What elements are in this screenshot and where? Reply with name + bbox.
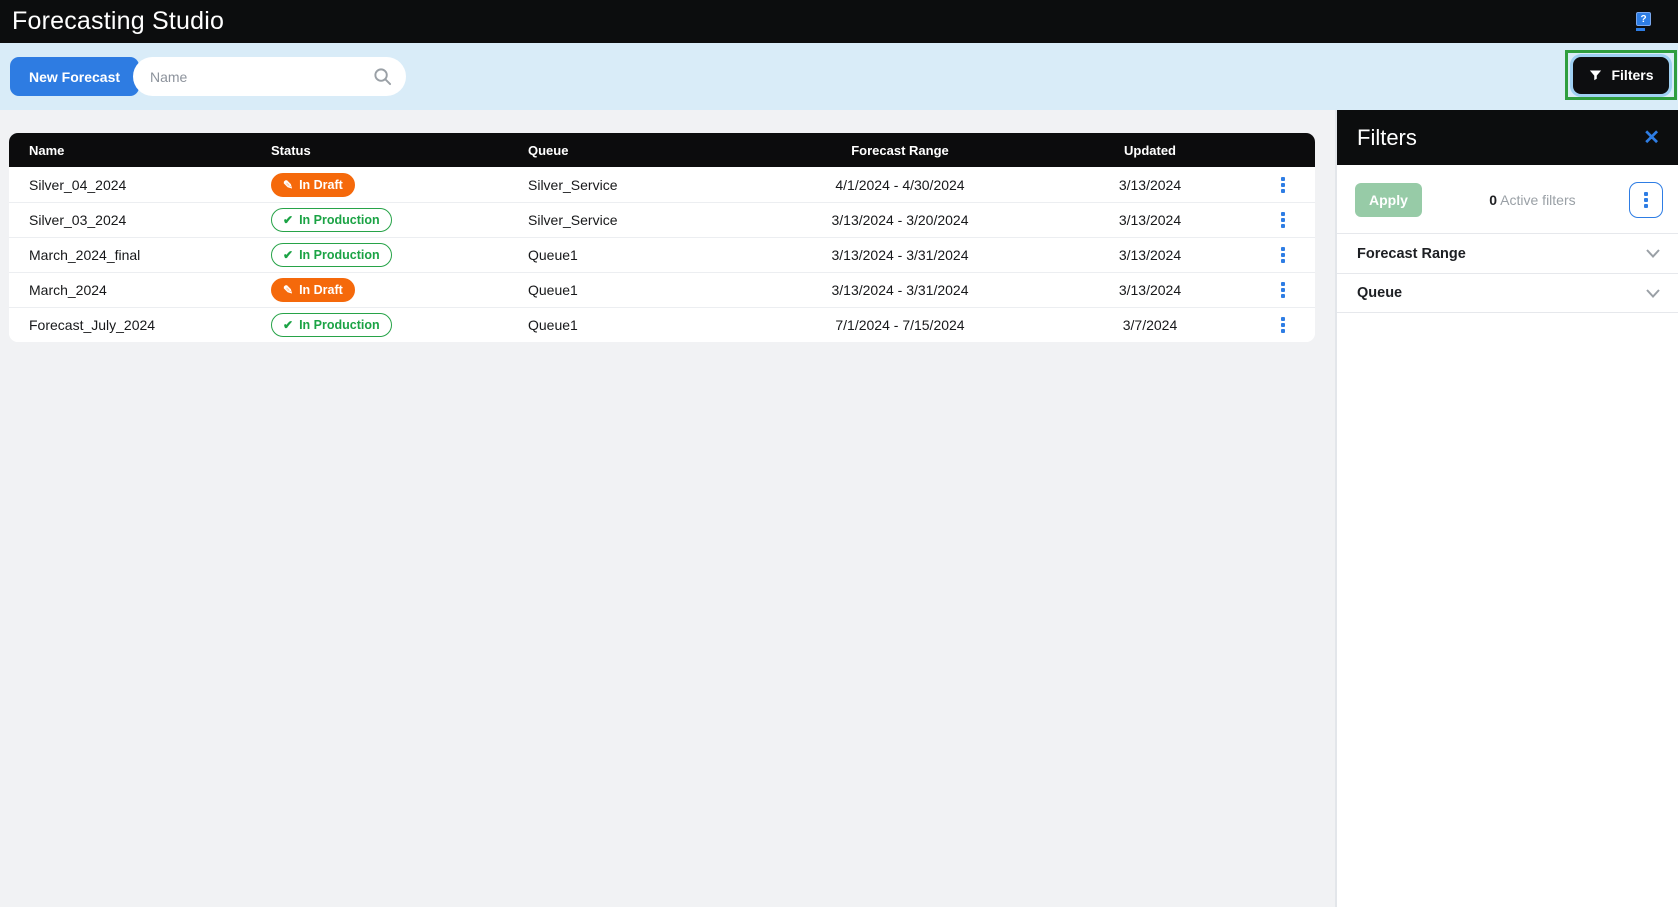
status-label: In Production bbox=[299, 248, 380, 262]
status-badge: ✎ ✔ In Draft bbox=[271, 278, 355, 302]
filter-section-queue[interactable]: Queue bbox=[1337, 273, 1678, 313]
updated-date: 3/13/2024 bbox=[1050, 177, 1250, 193]
table-header-row: Name Status Queue Forecast Range Updated bbox=[9, 133, 1315, 167]
filters-menu-button[interactable] bbox=[1629, 182, 1663, 218]
help-icon[interactable]: ? bbox=[1636, 12, 1652, 31]
row-menu-button[interactable] bbox=[1275, 313, 1291, 337]
table-row[interactable]: Silver_03_2024 ✎ ✔ In Production Silver_… bbox=[9, 202, 1315, 237]
table-row[interactable]: March_2024_final ✎ ✔ In Production Queue… bbox=[9, 237, 1315, 272]
queue-name: Queue1 bbox=[528, 317, 750, 333]
filters-button[interactable]: Filters bbox=[1573, 57, 1668, 94]
check-icon: ✔ bbox=[283, 249, 293, 261]
table-row[interactable]: March_2024 ✎ ✔ In Draft Queue1 3/13/2024… bbox=[9, 272, 1315, 307]
forecast-name: March_2024 bbox=[9, 282, 271, 298]
forecast-name: Forecast_July_2024 bbox=[9, 317, 271, 333]
forecast-range: 3/13/2024 - 3/31/2024 bbox=[750, 282, 1050, 298]
search-box bbox=[133, 57, 406, 96]
filters-panel-title: Filters bbox=[1357, 125, 1417, 151]
forecasts-table: Name Status Queue Forecast Range Updated… bbox=[9, 133, 1315, 342]
status-label: In Draft bbox=[299, 178, 343, 192]
filters-panel-header: Filters ✕ bbox=[1337, 110, 1678, 165]
new-forecast-button[interactable]: New Forecast bbox=[10, 57, 139, 96]
column-header-range: Forecast Range bbox=[750, 143, 1050, 158]
chevron-down-icon bbox=[1646, 289, 1660, 298]
check-icon: ✔ bbox=[283, 319, 293, 331]
kebab-icon bbox=[1638, 188, 1654, 212]
toolbar: New Forecast Filters bbox=[0, 43, 1678, 110]
pencil-icon: ✎ bbox=[283, 179, 293, 191]
forecast-name: March_2024_final bbox=[9, 247, 271, 263]
forecast-range: 4/1/2024 - 4/30/2024 bbox=[750, 177, 1050, 193]
apply-filters-button[interactable]: Apply bbox=[1355, 183, 1422, 217]
updated-date: 3/13/2024 bbox=[1050, 247, 1250, 263]
column-header-status: Status bbox=[271, 143, 528, 158]
active-filters-count: 0 Active filters bbox=[1489, 192, 1575, 208]
updated-date: 3/13/2024 bbox=[1050, 212, 1250, 228]
column-header-queue: Queue bbox=[528, 143, 750, 158]
table-row[interactable]: Silver_04_2024 ✎ ✔ In Draft Silver_Servi… bbox=[9, 167, 1315, 202]
filters-panel-actions: Apply 0 Active filters bbox=[1337, 165, 1678, 218]
status-badge: ✎ ✔ In Production bbox=[271, 243, 392, 267]
status-badge: ✎ ✔ In Production bbox=[271, 313, 392, 337]
row-menu-button[interactable] bbox=[1275, 208, 1291, 232]
updated-date: 3/7/2024 bbox=[1050, 317, 1250, 333]
table-row[interactable]: Forecast_July_2024 ✎ ✔ In Production Que… bbox=[9, 307, 1315, 342]
row-menu-button[interactable] bbox=[1275, 278, 1291, 302]
column-header-updated: Updated bbox=[1050, 143, 1250, 158]
close-icon[interactable]: ✕ bbox=[1643, 128, 1660, 148]
column-header-name: Name bbox=[9, 143, 271, 158]
filters-button-label: Filters bbox=[1611, 67, 1653, 83]
filter-funnel-icon bbox=[1588, 68, 1603, 83]
main-content: Name Status Queue Forecast Range Updated… bbox=[0, 110, 1333, 907]
status-badge: ✎ ✔ In Production bbox=[271, 208, 392, 232]
status-badge: ✎ ✔ In Draft bbox=[271, 173, 355, 197]
filter-sections: Forecast Range Queue bbox=[1337, 233, 1678, 313]
app-header: Forecasting Studio ? bbox=[0, 0, 1678, 43]
status-label: In Production bbox=[299, 318, 380, 332]
forecast-name: Silver_03_2024 bbox=[9, 212, 271, 228]
queue-name: Queue1 bbox=[528, 282, 750, 298]
filters-annotation-box: Filters bbox=[1565, 50, 1677, 100]
search-input[interactable] bbox=[133, 57, 406, 96]
table-body: Silver_04_2024 ✎ ✔ In Draft Silver_Servi… bbox=[9, 167, 1315, 342]
queue-name: Silver_Service bbox=[528, 177, 750, 193]
forecast-range: 7/1/2024 - 7/15/2024 bbox=[750, 317, 1050, 333]
pencil-icon: ✎ bbox=[283, 284, 293, 296]
forecast-name: Silver_04_2024 bbox=[9, 177, 271, 193]
status-label: In Draft bbox=[299, 283, 343, 297]
search-icon bbox=[373, 67, 392, 86]
forecast-range: 3/13/2024 - 3/31/2024 bbox=[750, 247, 1050, 263]
queue-name: Silver_Service bbox=[528, 212, 750, 228]
filters-panel: Filters ✕ Apply 0 Active filters Forecas… bbox=[1335, 110, 1678, 907]
row-menu-button[interactable] bbox=[1275, 173, 1291, 197]
updated-date: 3/13/2024 bbox=[1050, 282, 1250, 298]
forecasting-studio-app: Forecasting Studio ? New Forecast Filter… bbox=[0, 0, 1678, 907]
row-menu-button[interactable] bbox=[1275, 243, 1291, 267]
forecast-range: 3/13/2024 - 3/20/2024 bbox=[750, 212, 1050, 228]
status-label: In Production bbox=[299, 213, 380, 227]
check-icon: ✔ bbox=[283, 214, 293, 226]
chevron-down-icon bbox=[1646, 249, 1660, 258]
page-title: Forecasting Studio bbox=[12, 7, 224, 36]
filter-section-forecast-range[interactable]: Forecast Range bbox=[1337, 233, 1678, 273]
queue-name: Queue1 bbox=[528, 247, 750, 263]
